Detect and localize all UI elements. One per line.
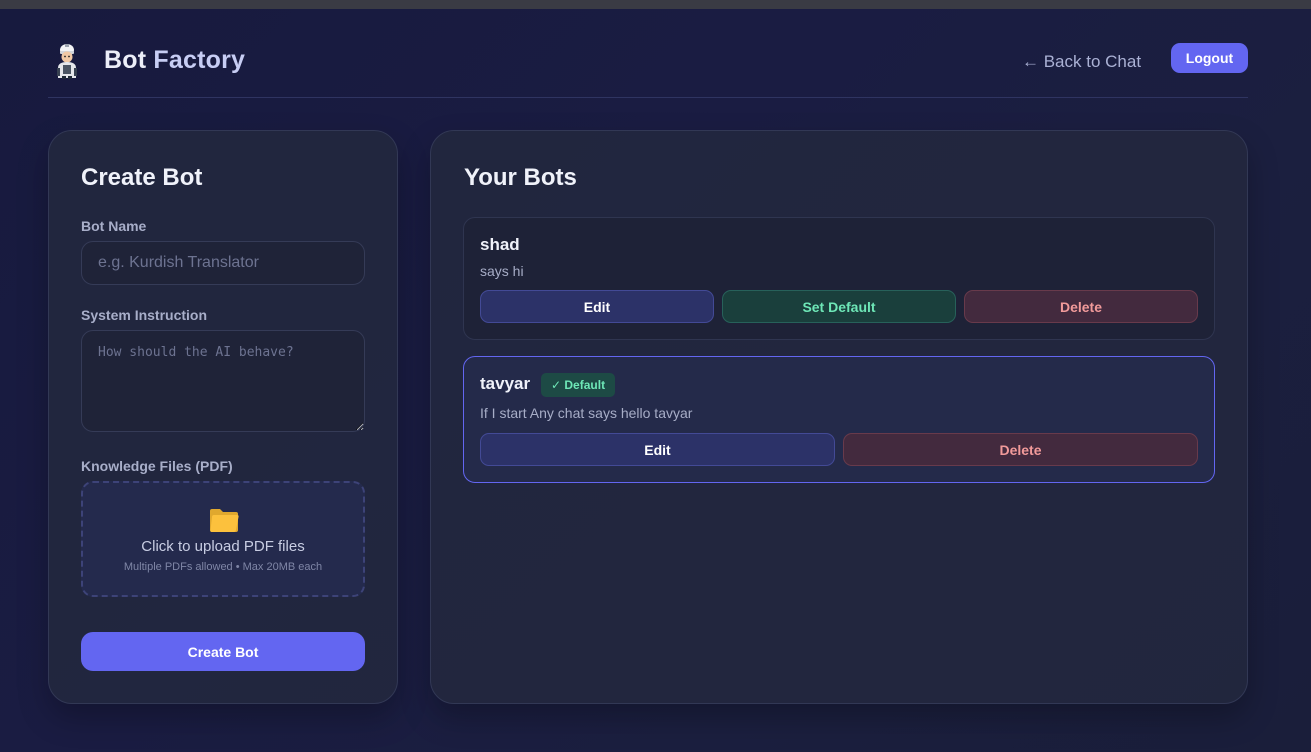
pdf-upload-dropzone[interactable]: Click to upload PDF files Multiple PDFs … <box>81 481 365 597</box>
bot-description: If I start Any chat says hello tavyar <box>480 405 693 421</box>
app-header: Bot Factory ← Back to Chat Logout <box>48 30 1248 98</box>
folder-icon <box>209 507 239 533</box>
upload-instruction-text: Click to upload PDF files <box>141 538 305 555</box>
bot-card-tavyar: tavyar ✓ Default If I start Any chat say… <box>463 356 1215 483</box>
bot-mascot-icon <box>54 42 80 80</box>
create-bot-panel: Create Bot Bot Name System Instruction K… <box>48 130 398 704</box>
app-title: Bot Factory <box>104 46 245 75</box>
knowledge-files-label: Knowledge Files (PDF) <box>81 458 233 474</box>
default-badge: ✓ Default <box>541 373 616 397</box>
browser-top-strip <box>0 0 1311 9</box>
your-bots-panel: Your Bots shad says hi Edit Set Default … <box>430 130 1248 704</box>
your-bots-title: Your Bots <box>464 164 577 191</box>
bot-description: says hi <box>480 263 524 279</box>
system-instruction-label: System Instruction <box>81 307 208 323</box>
delete-bot-button[interactable]: Delete <box>964 290 1198 323</box>
back-to-chat-link[interactable]: ← Back to Chat <box>1022 52 1141 72</box>
create-bot-button[interactable]: Create Bot <box>81 632 365 671</box>
edit-bot-button[interactable]: Edit <box>480 290 714 323</box>
bot-name-input[interactable] <box>81 241 365 285</box>
bot-name-label: Bot Name <box>81 218 147 234</box>
system-instruction-textarea[interactable] <box>81 330 365 432</box>
set-default-button[interactable]: Set Default <box>722 290 956 323</box>
upload-limits-text: Multiple PDFs allowed • Max 20MB each <box>123 561 323 573</box>
logout-button[interactable]: Logout <box>1171 43 1248 73</box>
edit-bot-button[interactable]: Edit <box>480 433 835 466</box>
app-title-part1: Bot <box>104 46 147 74</box>
bot-card-shad: shad says hi Edit Set Default Delete <box>463 217 1215 340</box>
delete-bot-button[interactable]: Delete <box>843 433 1198 466</box>
bot-name: tavyar <box>480 374 531 393</box>
bot-name: shad <box>480 235 520 254</box>
create-bot-title: Create Bot <box>81 164 203 191</box>
app-title-part2: Factory <box>153 46 246 74</box>
